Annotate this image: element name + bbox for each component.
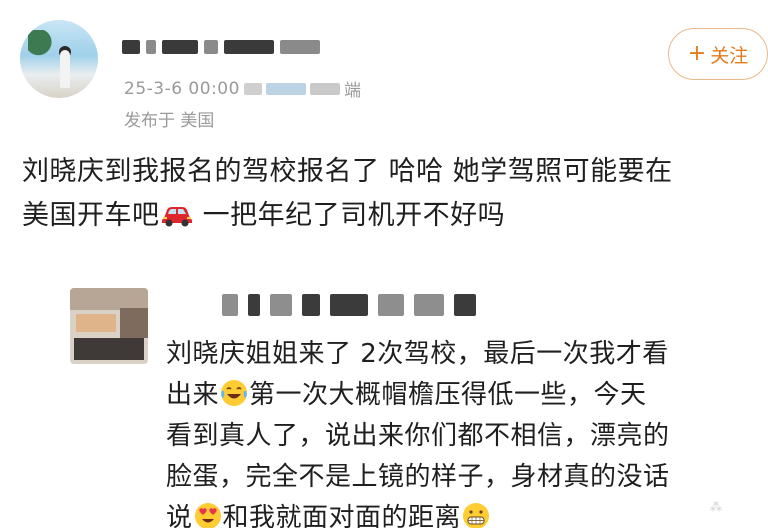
follow-label: 关注 xyxy=(710,44,749,67)
redacted-block xyxy=(122,40,140,54)
comment-text-line: 看到真人了，说出来你们都不相信，漂亮的 xyxy=(166,421,670,451)
post-text-line: 美国开车吧 一把年纪了司机开不好吗 xyxy=(22,194,752,238)
redacted-block xyxy=(222,294,238,316)
grinning-icon xyxy=(463,503,490,528)
comment-text-segment: 第一次大概帽檐压得低一些，今天 xyxy=(249,380,647,410)
avatar-figure xyxy=(60,50,70,88)
redacted-block xyxy=(146,40,156,54)
post-location: 发布于 美国 xyxy=(124,111,215,131)
redacted-block xyxy=(330,294,368,316)
watermark-logo: ⁂ xyxy=(710,500,722,514)
post-device: 端 xyxy=(343,81,362,101)
redacted-block xyxy=(302,294,320,316)
comment-text-line: 说 和我就面对面的距离 xyxy=(166,498,746,528)
post-text: 刘晓庆到我报名的驾校报名了 哈哈 她学驾照可能要在 美国开车吧 一把年纪了司机开… xyxy=(22,150,752,238)
poster-avatar[interactable] xyxy=(20,20,98,98)
comment-text-segment: 说 xyxy=(166,503,193,528)
post-meta-line: 25-3-6 00:00 端 xyxy=(124,76,362,102)
comment-text: 刘晓庆姐姐来了 2次驾校，最后一次我才看 出来 第一次大概帽檐压得低一些，今天 … xyxy=(166,334,746,528)
post-timestamp: 25-3-6 00:00 xyxy=(124,78,240,99)
redacted-block xyxy=(309,82,340,95)
heart-eyes-icon xyxy=(194,503,221,528)
redacted-block xyxy=(454,294,476,316)
post-text-segment: 美国开车吧 xyxy=(22,200,160,231)
commenter-avatar[interactable] xyxy=(70,288,148,364)
comment-text-segment: 和我就面对面的距离 xyxy=(222,503,462,528)
redacted-block xyxy=(204,40,218,54)
redacted-block xyxy=(162,40,198,54)
plus-icon: + xyxy=(687,41,707,66)
redacted-block xyxy=(414,294,444,316)
avatar-detail xyxy=(74,338,144,360)
follow-button[interactable]: + 关注 xyxy=(668,28,768,80)
weibo-post-screenshot: 25-3-6 00:00 端 发布于 美国 + 关注 刘晓庆到我报名的驾校报名了… xyxy=(0,0,768,528)
post-text-segment: 一把年纪了司机开不好吗 xyxy=(193,200,506,231)
commenter-username-redacted[interactable] xyxy=(222,294,476,316)
tears-of-joy-icon xyxy=(221,380,248,406)
comment-text-line: 刘晓庆姐姐来了 2次驾校，最后一次我才看 xyxy=(166,339,669,369)
avatar-detail xyxy=(120,308,148,338)
poster-username-redacted[interactable] xyxy=(122,40,320,54)
post-text-line: 刘晓庆到我报名的驾校报名了 哈哈 她学驾照可能要在 xyxy=(22,156,673,187)
redacted-block xyxy=(265,82,306,95)
comment-text-segment: 出来 xyxy=(166,380,220,410)
car-icon xyxy=(161,207,192,227)
redacted-block xyxy=(378,294,404,316)
avatar-palm-detail xyxy=(28,30,54,70)
redacted-block xyxy=(270,294,292,316)
comment-text-line: 脸蛋，完全不是上镜的样子，身材真的没话 xyxy=(166,462,670,492)
avatar-detail xyxy=(76,314,116,332)
redacted-block xyxy=(248,294,260,316)
avatar-detail xyxy=(70,288,148,310)
redacted-block xyxy=(224,40,274,54)
comment-text-line: 出来 第一次大概帽檐压得低一些，今天 xyxy=(166,375,746,416)
redacted-block xyxy=(243,82,262,95)
redacted-block xyxy=(280,40,320,54)
